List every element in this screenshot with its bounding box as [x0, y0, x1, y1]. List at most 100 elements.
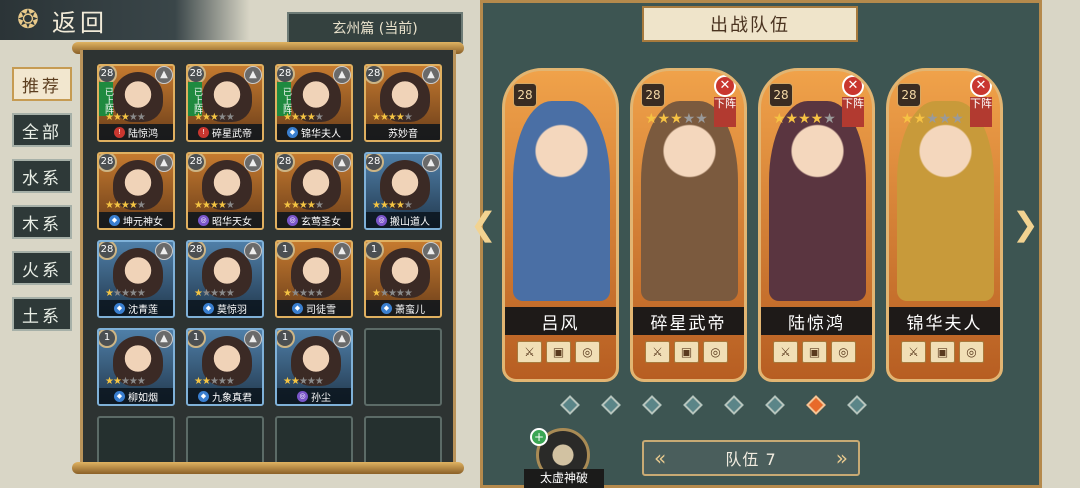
hero-name-bar: ◎ 搬山道人: [366, 212, 440, 228]
roster-panel[interactable]: 28 ▲ 已上阵 ★★★★★! 陆惊鸿 28 ▲ 已上阵 ★★★★★! 碎星武帝 28 ▲ 已上阵 ★★★…: [80, 50, 456, 464]
hero-level: 28: [769, 83, 793, 107]
hat-icon: ▲: [333, 242, 351, 260]
roster-grid: 28 ▲ 已上阵 ★★★★★! 陆惊鸿 28 ▲ 已上阵 ★★★★★! 碎星武帝 28 ▲ 已上阵 ★★★…: [97, 64, 442, 464]
hero-card[interactable]: 1 ▲ ★★★★★ ◆ 萧蛮儿: [364, 240, 442, 318]
page-dot[interactable]: [806, 395, 826, 415]
level-badge: 28: [366, 66, 384, 84]
hero-art: [641, 101, 738, 301]
hero-name-bar: ◎ 孙尘: [277, 388, 351, 404]
element-icon: !: [114, 126, 125, 138]
hero-stars: ★★★★★: [194, 112, 235, 123]
hero-name-bar: ◆ 柳如烟: [99, 388, 173, 404]
hat-icon: ▲: [333, 66, 351, 84]
page-dot[interactable]: [847, 395, 867, 415]
page-dot[interactable]: [601, 395, 621, 415]
hero-card[interactable]: 1 ▲ ★★★★★ ◆ 九象真君: [186, 328, 264, 406]
tab-4[interactable]: 火系: [12, 251, 72, 285]
hero-card[interactable]: 28 ▲ ★★★★★ ◆ 坤元神女: [97, 152, 175, 230]
unequip-button[interactable]: ✕ 下阵: [970, 75, 994, 127]
hero-name-bar: ◆ 坤元神女: [99, 212, 173, 228]
empty-slot: [275, 416, 353, 464]
element-icon: ◆: [287, 126, 298, 138]
weapon-icon[interactable]: ⚔: [773, 341, 798, 363]
tab-1[interactable]: 全部: [12, 113, 72, 147]
chapter-tag[interactable]: 玄州篇 (当前): [287, 12, 463, 44]
page-dot[interactable]: [560, 395, 580, 415]
ring-icon[interactable]: ◎: [959, 341, 984, 363]
element-icon: ◎: [376, 214, 387, 226]
equipment-slots: ⚔ ▣ ◎: [901, 341, 984, 363]
hero-art: [513, 101, 610, 301]
hero-card[interactable]: 1 ▲ ★★★★★ ◆ 柳如烟: [97, 328, 175, 406]
hero-name: 昭华天女: [212, 216, 252, 228]
ring-icon[interactable]: ◎: [703, 341, 728, 363]
team-next-icon[interactable]: »: [836, 446, 848, 470]
page-dot[interactable]: [642, 395, 662, 415]
filter-tabs: 推荐全部水系木系火系土系: [12, 67, 72, 343]
hero-card[interactable]: 1 ▲ ★★★★★ ◎ 孙尘: [275, 328, 353, 406]
page-dot[interactable]: [765, 395, 785, 415]
hero-name-bar: ◆ 萧蛮儿: [366, 300, 440, 316]
tab-2[interactable]: 水系: [12, 159, 72, 193]
hero-card[interactable]: 28 ▲ 已上阵 ★★★★★ ◆ 锦华夫人: [275, 64, 353, 142]
tab-5[interactable]: 土系: [12, 297, 72, 331]
team-page-dots: [560, 395, 867, 415]
hero-card[interactable]: 28 ▲ 已上阵 ★★★★★! 碎星武帝: [186, 64, 264, 142]
armor-icon[interactable]: ▣: [546, 341, 571, 363]
hero-card[interactable]: 28 ▲ ★★★★★ 苏妙音: [364, 64, 442, 142]
weapon-icon[interactable]: ⚔: [645, 341, 670, 363]
hero-card[interactable]: 28 ▲ 已上阵 ★★★★★! 陆惊鸿: [97, 64, 175, 142]
weapon-icon[interactable]: ⚔: [517, 341, 542, 363]
hero-name-bar: ◎ 玄莺圣女: [277, 212, 351, 228]
hero-name: 坤元神女: [123, 216, 163, 228]
hero-name: 吕风: [505, 307, 616, 335]
hero-card[interactable]: 28 ▲ ★★★★★ ◎ 搬山道人: [364, 152, 442, 230]
hero-card[interactable]: 1 ▲ ★★★★★ ◆ 司徒雪: [275, 240, 353, 318]
tab-3[interactable]: 木系: [12, 205, 72, 239]
hero-name: 玄莺圣女: [301, 216, 341, 228]
ring-icon[interactable]: ◎: [831, 341, 856, 363]
hat-icon: ▲: [155, 154, 173, 172]
hero-name-bar: 苏妙音: [366, 124, 440, 140]
armor-icon[interactable]: ▣: [930, 341, 955, 363]
element-icon: ◎: [287, 214, 298, 226]
empty-slot: [364, 416, 442, 464]
page-dot[interactable]: [724, 395, 744, 415]
page-dot[interactable]: [683, 395, 703, 415]
team-selector-label: 队伍 7: [725, 450, 777, 469]
team-prev-icon[interactable]: «: [654, 446, 666, 470]
element-icon: ◆: [203, 302, 214, 314]
hat-icon: ▲: [155, 66, 173, 84]
hero-name-bar: ◆ 沈青莲: [99, 300, 173, 316]
hero-stars: ★★★★★: [194, 376, 235, 387]
unequip-button[interactable]: ✕ 下阵: [714, 75, 738, 127]
prev-arrow-icon[interactable]: ❮: [470, 205, 497, 243]
hero-stars: ★★★★★: [105, 288, 146, 299]
armor-icon[interactable]: ▣: [802, 341, 827, 363]
team-hero-card[interactable]: 28 ★★★★★ ✕ 下阵 锦华夫人 ⚔ ▣ ◎: [886, 68, 1003, 382]
back-button[interactable]: ❂ 返回: [0, 0, 250, 40]
hat-icon: ▲: [244, 154, 262, 172]
team-hero-card[interactable]: 28 ★★★★★ ✕下阵陆惊鸿 ⚔▣◎: [758, 68, 875, 382]
hero-name: 碎星武帝: [212, 128, 252, 140]
skill-upgrade-icon[interactable]: +: [530, 428, 548, 446]
hero-name-bar: ◆ 九象真君: [188, 388, 262, 404]
hero-stars: ★★★★★: [194, 288, 235, 299]
team-hero-card[interactable]: 28 ★★★★★ ✕下阵碎星武帝 ⚔▣◎: [630, 68, 747, 382]
weapon-icon[interactable]: ⚔: [901, 341, 926, 363]
ring-icon[interactable]: ◎: [575, 341, 600, 363]
tab-0[interactable]: 推荐: [12, 67, 72, 101]
hero-card[interactable]: 28 ▲ ★★★★★ ◆ 莫惊羽: [186, 240, 264, 318]
next-arrow-icon[interactable]: ❯: [1012, 205, 1039, 243]
hero-name: 搬山道人: [390, 216, 430, 228]
hero-card[interactable]: 28 ▲ ★★★★★ ◎ 玄莺圣女: [275, 152, 353, 230]
hero-name: 陆惊鸿: [128, 128, 158, 140]
hero-card[interactable]: 28 ▲ ★★★★★ ◆ 沈青莲: [97, 240, 175, 318]
unequip-button[interactable]: ✕ 下阵: [842, 75, 866, 127]
hero-card[interactable]: 28 ▲ ★★★★★ ◎ 昭华天女: [186, 152, 264, 230]
team-selector[interactable]: « 队伍 7 »: [642, 440, 860, 476]
team-hero-card[interactable]: 28 吕风 ⚔ ▣ ◎: [502, 68, 619, 382]
hat-icon: ▲: [422, 154, 440, 172]
armor-icon[interactable]: ▣: [674, 341, 699, 363]
hero-name: 孙尘: [311, 392, 331, 404]
